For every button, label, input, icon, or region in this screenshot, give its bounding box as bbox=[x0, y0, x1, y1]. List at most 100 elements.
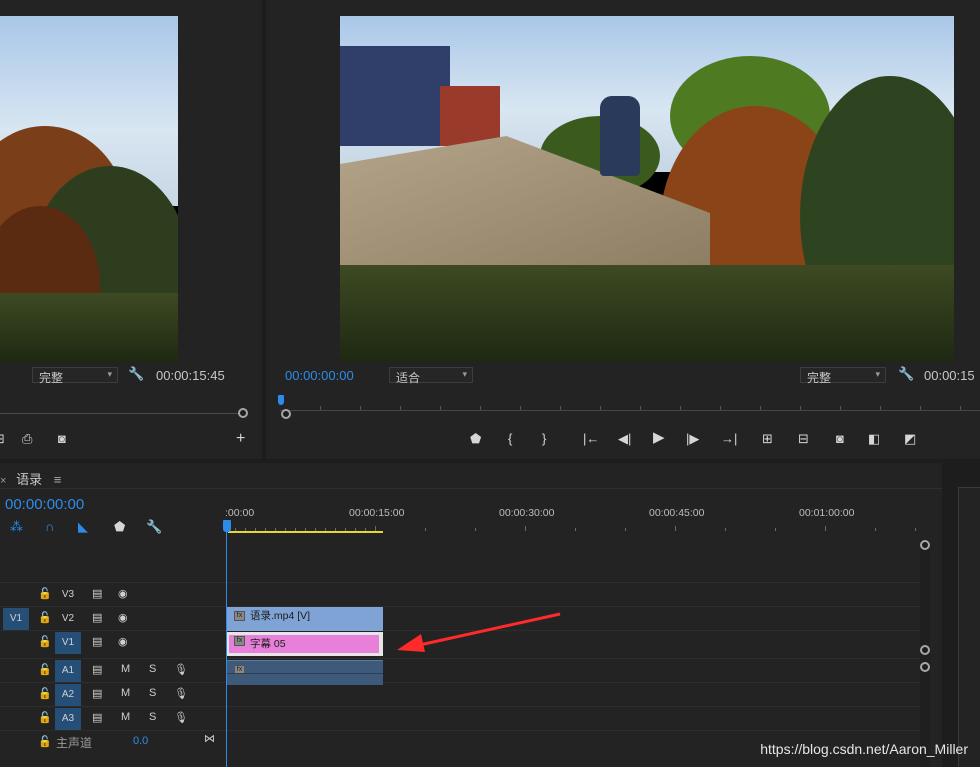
lock-icon[interactable]: 🔓 bbox=[38, 735, 52, 748]
track-label-a3[interactable]: A3 bbox=[55, 708, 81, 730]
right-panel-strip bbox=[946, 463, 980, 767]
mute-button[interactable]: M bbox=[121, 687, 130, 699]
source-video-frame bbox=[0, 16, 178, 362]
solo-button[interactable]: S bbox=[149, 663, 156, 675]
program-zoom-handle[interactable] bbox=[281, 409, 291, 419]
ruler-label: 00:00:30:00 bbox=[499, 507, 555, 519]
source-monitor-panel: 完整▾ 🔧 00:00:15:45 ⊞ ⎙ ◙ + bbox=[0, 0, 262, 459]
add-button-icon[interactable]: + bbox=[236, 431, 245, 447]
chevron-down-icon: ▾ bbox=[107, 369, 112, 379]
timeline-playhead[interactable] bbox=[226, 530, 227, 767]
ruler-label: 00:01:00:00 bbox=[799, 507, 855, 519]
extract-icon[interactable]: ⊟ bbox=[798, 432, 809, 446]
source-patch-v1[interactable]: V1 bbox=[3, 608, 29, 630]
sync-lock-icon[interactable]: ▤ bbox=[92, 711, 102, 724]
sync-lock-icon[interactable]: ▤ bbox=[92, 687, 102, 700]
eye-icon[interactable]: ◉ bbox=[118, 611, 128, 624]
fx-icon: fx bbox=[234, 611, 245, 621]
sync-lock-icon[interactable]: ▤ bbox=[92, 587, 102, 600]
track-label-v1[interactable]: V1 bbox=[55, 632, 81, 654]
lock-icon[interactable]: 🔓 bbox=[38, 611, 52, 624]
program-current-timecode[interactable]: 00:00:00:00 bbox=[285, 368, 354, 383]
tab-sequence[interactable]: × 语录 ≡ bbox=[0, 469, 61, 488]
timeline-current-timecode[interactable]: 00:00:00:00 bbox=[5, 496, 84, 513]
track-a1: 🔓 A1 ▤ M S 🎙 bbox=[0, 658, 920, 682]
solo-button[interactable]: S bbox=[149, 711, 156, 723]
sync-lock-icon[interactable]: ▤ bbox=[92, 663, 102, 676]
eye-icon[interactable]: ◉ bbox=[118, 587, 128, 600]
lock-icon[interactable]: 🔓 bbox=[38, 687, 52, 700]
bowtie-icon[interactable]: ⋈ bbox=[204, 732, 215, 745]
step-back-icon[interactable]: ◀| bbox=[618, 432, 631, 446]
solo-button[interactable]: S bbox=[149, 687, 156, 699]
program-video-frame bbox=[340, 16, 954, 362]
timeline-tab-bar: × 语录 ≡ bbox=[0, 463, 942, 489]
microphone-icon[interactable]: 🎙 bbox=[174, 711, 188, 724]
lock-icon[interactable]: 🔓 bbox=[38, 711, 52, 724]
export-frame-icon[interactable]: ⎙ bbox=[22, 432, 32, 446]
source-scrub-bar[interactable] bbox=[0, 413, 240, 414]
program-time-ruler[interactable] bbox=[280, 395, 980, 411]
master-volume-value[interactable]: 0.0 bbox=[133, 735, 148, 747]
track-label-v3[interactable]: V3 bbox=[55, 584, 81, 606]
menu-icon[interactable]: ≡ bbox=[54, 472, 62, 487]
fx-icon: fx bbox=[234, 636, 245, 646]
track-label-v2[interactable]: V2 bbox=[55, 608, 81, 630]
program-quality-select[interactable]: 完整 ▾ bbox=[800, 367, 886, 385]
track-label-a1[interactable]: A1 bbox=[55, 660, 81, 682]
camera-icon[interactable]: ◙ bbox=[836, 432, 844, 446]
source-zoom-handle[interactable] bbox=[238, 408, 248, 418]
title-clip[interactable]: fx 字幕 05 bbox=[226, 632, 383, 656]
mute-button[interactable]: M bbox=[121, 663, 130, 675]
program-monitor-panel: 00:00:00:00 适合 ▾ 完整 ▾ 🔧 00:00:15 ⬟ { } |← … bbox=[266, 0, 980, 459]
timeline-playhead-handle[interactable] bbox=[223, 520, 231, 532]
track-label-a2[interactable]: A2 bbox=[55, 684, 81, 706]
audio-clip[interactable]: fx bbox=[226, 660, 383, 685]
lock-icon[interactable]: 🔓 bbox=[38, 587, 52, 600]
sync-lock-icon[interactable]: ▤ bbox=[92, 611, 102, 624]
scroll-handle-top[interactable] bbox=[920, 540, 930, 550]
microphone-icon[interactable]: 🎙 bbox=[174, 663, 188, 676]
go-to-in-icon[interactable]: |← bbox=[583, 432, 599, 446]
scroll-handle-audio[interactable] bbox=[920, 662, 930, 672]
program-playhead[interactable] bbox=[278, 395, 284, 405]
timeline-ruler[interactable]: :00:00 00:00:15:00 00:00:30:00 00:00:45:… bbox=[225, 503, 920, 533]
lock-icon[interactable]: 🔓 bbox=[38, 635, 52, 648]
master-track-label: 主声道 bbox=[56, 736, 93, 750]
microphone-icon[interactable]: 🎙 bbox=[174, 687, 188, 700]
add-marker-icon[interactable]: ⬟ bbox=[470, 432, 481, 446]
mute-button[interactable]: M bbox=[121, 711, 130, 723]
video-clip[interactable]: fx 语录.mp4 [V] bbox=[226, 607, 383, 631]
source-timecode: 00:00:15:45 bbox=[156, 368, 225, 383]
audio-level-line bbox=[226, 673, 383, 674]
play-icon[interactable]: ▶ bbox=[653, 430, 665, 445]
work-area-bar[interactable] bbox=[228, 531, 383, 533]
camera-icon[interactable]: ◙ bbox=[58, 432, 66, 446]
scroll-handle-mid[interactable] bbox=[920, 645, 930, 655]
vertical-scrollbar[interactable] bbox=[920, 540, 930, 767]
snap-icon[interactable]: ∩ bbox=[45, 519, 54, 534]
lift-icon[interactable]: ⊞ bbox=[762, 432, 773, 446]
mark-out-icon[interactable]: } bbox=[542, 432, 546, 446]
overwrite-icon[interactable]: ⊞ bbox=[0, 432, 5, 446]
track-a2: 🔓 A2 ▤ M S 🎙 bbox=[0, 682, 920, 706]
close-icon[interactable]: × bbox=[0, 475, 6, 487]
comparison-view-icon[interactable]: ◧ bbox=[868, 432, 880, 446]
wrench-icon[interactable]: 🔧 bbox=[128, 367, 144, 381]
vr-video-icon[interactable]: ◩ bbox=[904, 432, 916, 446]
program-duration-timecode: 00:00:15 bbox=[924, 368, 975, 383]
source-zoom-select[interactable]: 完整 ▾ bbox=[32, 367, 118, 385]
step-forward-icon[interactable]: |▶ bbox=[686, 432, 699, 446]
sync-lock-icon[interactable]: ▤ bbox=[92, 635, 102, 648]
eye-icon[interactable]: ◉ bbox=[118, 635, 128, 648]
track-v3: 🔓 V3 ▤ ◉ bbox=[0, 582, 920, 606]
watermark: https://blog.csdn.net/Aaron_Miller bbox=[760, 741, 968, 757]
mark-in-icon[interactable]: { bbox=[508, 432, 512, 446]
ruler-label: 00:00:45:00 bbox=[649, 507, 705, 519]
program-fit-select[interactable]: 适合 ▾ bbox=[389, 367, 473, 385]
ruler-label: :00:00 bbox=[225, 507, 255, 519]
chevron-down-icon: ▾ bbox=[462, 369, 467, 379]
lock-icon[interactable]: 🔓 bbox=[38, 663, 52, 676]
go-to-out-icon[interactable]: →| bbox=[721, 432, 737, 446]
wrench-icon[interactable]: 🔧 bbox=[898, 367, 914, 381]
